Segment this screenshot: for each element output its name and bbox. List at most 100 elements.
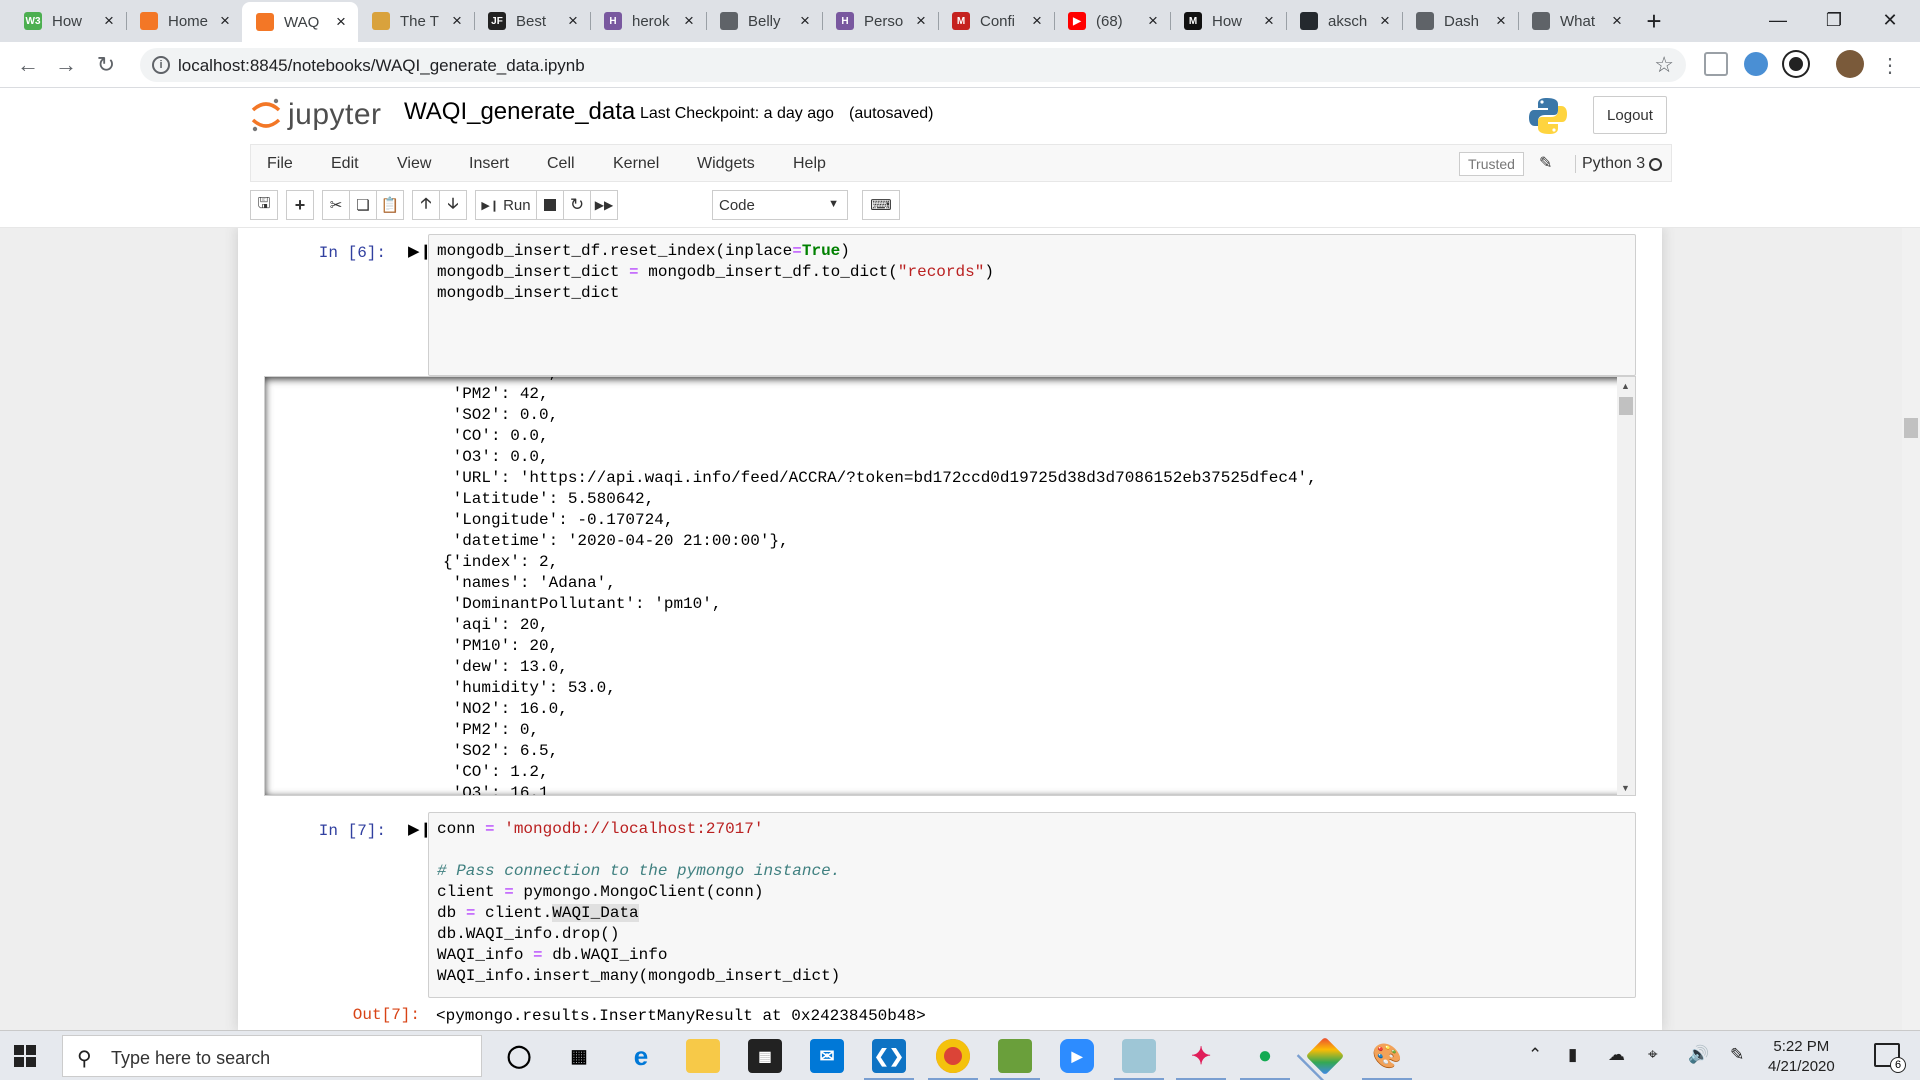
browser-tab[interactable]: The T × [358, 0, 474, 42]
page-scrollbar[interactable] [1902, 228, 1920, 1030]
battery-icon[interactable]: ▮ [1568, 1045, 1577, 1065]
close-tab-icon[interactable]: × [564, 11, 582, 31]
menu-file[interactable]: File [267, 155, 293, 173]
image-viewer-icon[interactable] [990, 1039, 1040, 1080]
insert-cell-button[interactable]: + [286, 190, 314, 220]
close-tab-icon[interactable]: × [1608, 11, 1626, 31]
chrome-icon[interactable] [928, 1039, 978, 1080]
restart-kernel-button[interactable]: ↻ [563, 190, 591, 220]
code-text[interactable]: mongodb_insert_df.reset_index(inplace=Tr… [437, 241, 994, 304]
minimize-button[interactable]: — [1750, 0, 1806, 40]
profile-avatar[interactable] [1836, 50, 1864, 78]
windows-start-button[interactable] [14, 1045, 36, 1067]
vscode-icon[interactable]: ❮❯ [864, 1039, 914, 1080]
notebook-name[interactable]: WAQI_generate_data [404, 98, 635, 126]
pen-icon[interactable]: ✎ [1730, 1045, 1744, 1065]
browser-tab[interactable]: Home × [126, 0, 242, 42]
browser-tab[interactable]: ▶ (68) × [1054, 0, 1170, 42]
zoom-icon[interactable]: ▶ [1060, 1039, 1094, 1073]
browser-tab[interactable]: M Confi × [938, 0, 1054, 42]
code-text[interactable]: conn = 'mongodb://localhost:27017' # Pas… [437, 819, 840, 987]
browser-tab[interactable]: W3 How × [10, 0, 126, 42]
browser-tab[interactable]: Dash × [1402, 0, 1518, 42]
new-tab-button[interactable]: + [1634, 0, 1674, 42]
copy-button[interactable]: ❏ [349, 190, 377, 220]
browser-tab[interactable]: aksch × [1286, 0, 1402, 42]
cortana-icon[interactable]: ◯ [502, 1039, 536, 1073]
menu-widgets[interactable]: Widgets [697, 155, 755, 173]
taskbar-search-box[interactable]: ⚲ Type here to search [62, 1035, 482, 1077]
close-tab-icon[interactable]: × [912, 11, 930, 31]
close-tab-icon[interactable]: × [1028, 11, 1046, 31]
close-tab-icon[interactable]: × [332, 12, 350, 32]
scroll-down-icon[interactable]: ▼ [1621, 783, 1630, 793]
command-palette-button[interactable]: ⌨ [862, 190, 900, 220]
action-center-button[interactable]: 6 [1874, 1043, 1906, 1073]
menu-view[interactable]: View [397, 155, 431, 173]
close-tab-icon[interactable]: × [216, 11, 234, 31]
site-info-icon[interactable]: i [152, 56, 170, 74]
back-button[interactable]: ← [12, 49, 44, 81]
browser-tab[interactable]: M How × [1170, 0, 1286, 42]
page-scrollbar-thumb[interactable] [1904, 418, 1918, 438]
close-tab-icon[interactable]: × [1376, 11, 1394, 31]
close-tab-icon[interactable]: × [100, 11, 118, 31]
interrupt-button[interactable] [536, 190, 564, 220]
volume-icon[interactable]: 🔊 [1688, 1045, 1709, 1065]
trusted-indicator[interactable]: Trusted [1459, 152, 1524, 176]
onedrive-cloud-icon[interactable]: ☁ [1608, 1045, 1625, 1065]
cell-type-select[interactable]: Code ▼ [712, 190, 848, 220]
file-explorer-icon[interactable] [686, 1039, 720, 1073]
cut-button[interactable]: ✂ [322, 190, 350, 220]
task-view-icon[interactable]: ▦ [562, 1039, 596, 1073]
close-tab-icon[interactable]: × [680, 11, 698, 31]
close-tab-icon[interactable]: × [1492, 11, 1510, 31]
restart-run-all-button[interactable]: ▶▶ [590, 190, 618, 220]
address-bar[interactable]: i localhost:8845/notebooks/WAQI_generate… [140, 48, 1686, 82]
save-button[interactable]: 🖫 [250, 190, 278, 220]
browser-tab[interactable]: WAQ × [242, 2, 358, 42]
browser-tab[interactable]: JF Best × [474, 0, 590, 42]
cell-output-scroll-area[interactable]: 'NO2': 0.0, 'PM2': 42, 'SO2': 0.0, 'CO':… [264, 376, 1636, 796]
kernel-name[interactable]: Python 3 [1575, 155, 1645, 173]
system-clock[interactable]: 5:22 PM 4/21/2020 [1768, 1037, 1835, 1077]
move-down-button[interactable]: 🡣 [439, 190, 467, 220]
slack-icon[interactable]: ✦ [1176, 1039, 1226, 1080]
mail-icon[interactable]: ✉ [810, 1039, 844, 1073]
git-tool-icon[interactable] [1305, 1036, 1345, 1076]
move-up-button[interactable]: 🡡 [412, 190, 440, 220]
wifi-icon[interactable]: ⌖ [1648, 1045, 1658, 1065]
edge-browser-icon[interactable]: e [624, 1039, 658, 1073]
browser-tab[interactable]: Belly × [706, 0, 822, 42]
forward-button[interactable]: → [50, 49, 82, 81]
scrollbar-thumb[interactable] [1619, 397, 1633, 415]
browser-tab[interactable]: H Perso × [822, 0, 938, 42]
code-cell-input[interactable]: mongodb_insert_df.reset_index(inplace=Tr… [428, 234, 1636, 376]
microsoft-store-icon[interactable]: ▦ [748, 1039, 782, 1073]
extension-icon[interactable] [1704, 52, 1728, 76]
output-scrollbar[interactable]: ▲ ▼ [1617, 377, 1635, 795]
url-text[interactable]: localhost:8845/notebooks/WAQI_generate_d… [178, 56, 585, 76]
code-cell-input[interactable]: conn = 'mongodb://localhost:27017' # Pas… [428, 812, 1636, 998]
close-tab-icon[interactable]: × [1144, 11, 1162, 31]
mongodb-compass-icon[interactable]: ● [1240, 1039, 1290, 1080]
browser-tab[interactable]: Hherok × [590, 0, 706, 42]
menu-edit[interactable]: Edit [331, 155, 359, 173]
menu-help[interactable]: Help [793, 155, 826, 173]
close-tab-icon[interactable]: × [1260, 11, 1278, 31]
logout-button[interactable]: Logout [1593, 96, 1667, 134]
paste-button[interactable]: 📋 [376, 190, 404, 220]
extension-icon[interactable] [1784, 52, 1808, 76]
paint-icon[interactable]: 🎨 [1362, 1039, 1412, 1080]
show-hidden-icons-chevron-icon[interactable]: ⌃ [1528, 1045, 1542, 1065]
close-tab-icon[interactable]: × [448, 11, 466, 31]
maximize-button[interactable]: ❐ [1806, 0, 1862, 40]
jupyter-logo[interactable]: jupyter [250, 96, 382, 134]
notes-app-icon[interactable] [1114, 1039, 1164, 1080]
menu-insert[interactable]: Insert [469, 155, 509, 173]
menu-cell[interactable]: Cell [547, 155, 575, 173]
close-tab-icon[interactable]: × [796, 11, 814, 31]
menu-kernel[interactable]: Kernel [613, 155, 659, 173]
bookmark-star-icon[interactable]: ☆ [1654, 52, 1674, 78]
scroll-up-icon[interactable]: ▲ [1621, 381, 1630, 391]
